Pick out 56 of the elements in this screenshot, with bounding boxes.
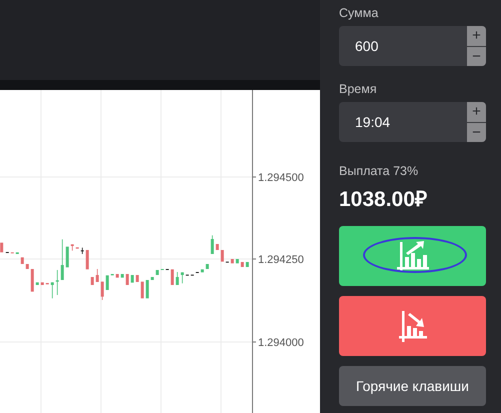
- candle: [156, 270, 159, 275]
- chart-down-icon: [398, 309, 428, 343]
- candle: [180, 272, 184, 284]
- increase-button[interactable]: +: [467, 102, 486, 122]
- candle: [200, 269, 204, 272]
- price-label: 1.294250: [258, 254, 304, 266]
- candle: [236, 259, 239, 264]
- hotkeys-button[interactable]: Горячие клавиши: [339, 366, 486, 406]
- candle: [146, 280, 149, 298]
- candle: [100, 281, 104, 300]
- candle: [70, 244, 74, 252]
- candle: [206, 264, 209, 269]
- candle: [240, 262, 244, 267]
- candle: [150, 277, 154, 280]
- candle: [36, 282, 39, 285]
- amount-label: Сумма: [339, 6, 380, 20]
- payout-label: Выплата 73%: [339, 164, 420, 178]
- candle: [86, 250, 89, 270]
- decrease-button[interactable]: −: [467, 46, 486, 66]
- candle: [96, 268, 99, 282]
- candle: [136, 275, 139, 282]
- increase-button[interactable]: +: [467, 26, 486, 46]
- price-label: 1.294500: [258, 172, 304, 184]
- candle: [170, 269, 174, 285]
- price-label: 1.294000: [258, 337, 304, 349]
- candle: [26, 264, 29, 269]
- chart-up-icon: [396, 239, 430, 273]
- candle: [50, 282, 54, 299]
- candle: [140, 282, 144, 298]
- candle: [130, 275, 134, 283]
- candle: [230, 259, 234, 264]
- candle: [120, 274, 124, 278]
- candle: [66, 246, 69, 268]
- candle: [90, 277, 94, 285]
- candle: [246, 262, 249, 267]
- decrease-button[interactable]: −: [467, 122, 486, 142]
- candle: [20, 257, 24, 264]
- amount-field[interactable]: 600 + −: [339, 26, 486, 66]
- time-label: Время: [339, 82, 378, 96]
- candle: [176, 272, 179, 286]
- candle: [126, 274, 129, 285]
- candle: [116, 274, 119, 278]
- up-button[interactable]: [339, 226, 486, 286]
- candle: [220, 250, 224, 262]
- candle: [216, 244, 219, 250]
- payout-amount: 1038.00₽: [339, 187, 428, 212]
- candle: [30, 269, 34, 292]
- down-button[interactable]: [339, 296, 486, 356]
- candle: [0, 242, 4, 252]
- time-field[interactable]: 19:04 + −: [339, 102, 486, 142]
- candle: [80, 247, 84, 254]
- candle: [106, 275, 109, 290]
- candle: [40, 282, 44, 285]
- candle: [210, 234, 214, 254]
- candle: [56, 270, 59, 296]
- candle: [60, 238, 64, 280]
